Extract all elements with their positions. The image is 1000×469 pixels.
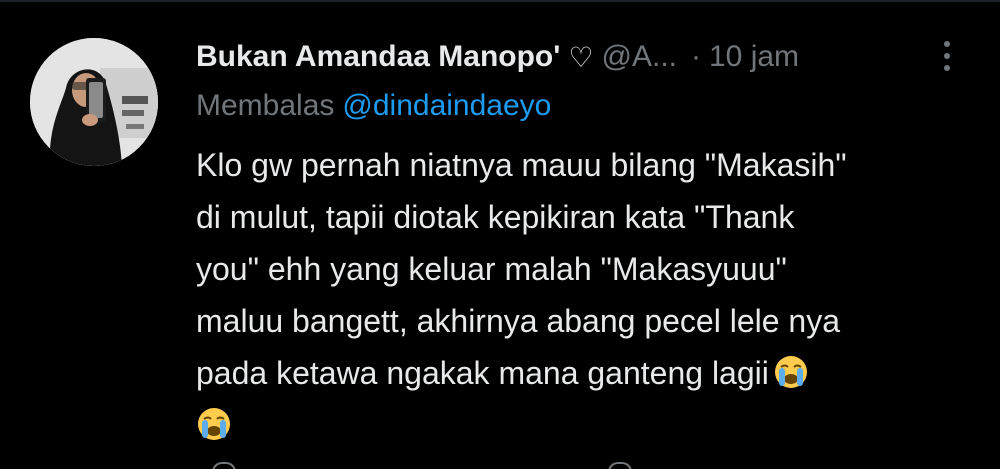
reply-context: Membalas @dindaindaeyo [196,84,551,128]
like-icon[interactable] [608,462,632,469]
tweet-text-line-emoji-only [196,399,986,451]
tweet-text-line: di mulut, tapii diotak kepikiran kata "T… [196,199,795,235]
tweet-text-line-with-emoji: pada ketawa ngakak mana ganteng lagii [196,347,986,399]
tweet-text-line: Klo gw pernah niatnya mauu bilang "Makas… [196,147,847,183]
loudly-crying-face-icon [773,354,809,390]
action-bar [196,458,986,469]
timestamp[interactable]: 10 jam [709,40,799,74]
separator-dot: · [690,40,701,73]
reply-prefix: Membalas [196,89,335,122]
tweet-text-line: maluu bangett, akhirnya abang pecel lele… [196,303,840,339]
tweet-text: Klo gw pernah niatnya mauu bilang "Makas… [196,139,986,451]
handle[interactable]: @A... [602,40,677,74]
tweet-text-fragment: pada ketawa ngakak mana ganteng lagii [196,355,769,391]
reply-icon[interactable] [212,462,236,469]
tweet[interactable]: Bukan Amandaa Manopo' ♡ @A... · 10 jam M… [0,0,1000,469]
more-options-icon[interactable] [932,36,962,76]
avatar[interactable] [30,38,158,166]
display-name[interactable]: Bukan Amandaa Manopo' [196,40,560,74]
tweet-header: Bukan Amandaa Manopo' ♡ @A... · 10 jam [196,32,986,82]
avatar-image [30,38,158,166]
heart-icon: ♡ [568,41,594,73]
reply-mention-link[interactable]: @dindaindaeyo [342,89,551,123]
loudly-crying-face-icon [196,406,232,442]
tweet-text-line: you" ehh yang keluar malah "Makasyuuu" [196,251,787,287]
